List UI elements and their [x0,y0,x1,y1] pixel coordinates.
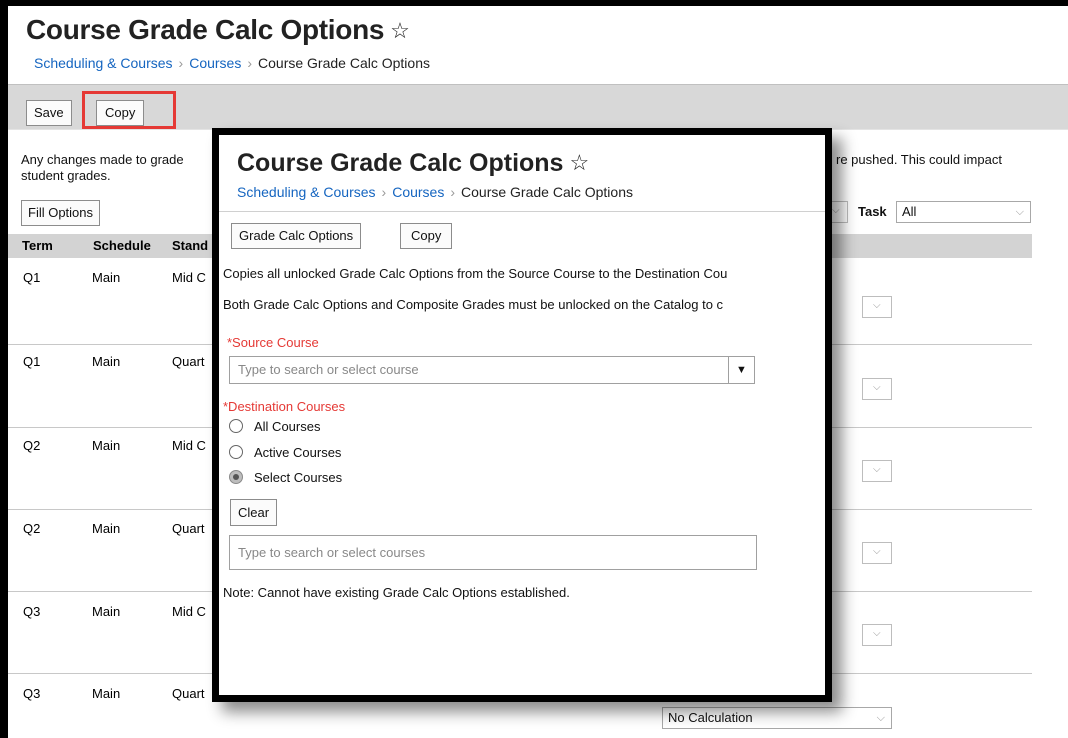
notice-text-line2: student grades. [21,168,111,183]
select-courses-placeholder: Type to search or select courses [238,545,426,560]
chevron-down-icon: ⌵ [873,628,881,639]
calc-select-value: No Calculation [668,710,753,725]
chevron-down-icon: ⌵ [873,382,881,393]
chevron-down-icon: ⌵ [873,464,881,475]
modal-title: Course Grade Calc Options ☆ [237,149,590,177]
notice-text-right: re pushed. This could impact [836,152,1002,167]
radio-all-courses[interactable]: All Courses [229,416,320,436]
cell-term: Q1 [23,354,41,369]
source-course-label: *Source Course [227,335,319,350]
breadcrumb-scheduling-link[interactable]: Scheduling & Courses [34,55,173,71]
breadcrumb-current: Course Grade Calc Options [461,184,633,200]
save-button[interactable]: Save [26,100,72,126]
cell-schedule: Main [92,354,121,369]
radio-select-courses[interactable]: Select Courses [229,467,342,487]
caret-down-icon[interactable]: ▼ [728,357,754,383]
clear-button[interactable]: Clear [230,499,278,526]
cell-schedule: Main [92,438,121,453]
unlock-info-text: Both Grade Calc Options and Composite Gr… [223,297,724,312]
modal-breadcrumb: Scheduling & Courses › Courses › Course Grad… [237,184,633,200]
breadcrumb-scheduling-link[interactable]: Scheduling & Courses [237,184,376,200]
cell-schedule: Main [92,270,121,285]
cell-term: Q3 [23,686,41,701]
source-course-input[interactable]: Type to search or select course ▼ [229,356,755,384]
chevron-down-icon: ⌵ [873,546,881,557]
calc-select[interactable]: ⌵ [862,296,892,318]
destination-courses-label: *Destination Courses [223,399,346,414]
chevron-down-icon: ⌵ [1015,206,1024,218]
breadcrumb-courses-link[interactable]: Courses [189,55,241,71]
cell-standard: Mid C [172,438,206,453]
chevron-down-icon: ⌵ [873,300,881,311]
breadcrumb-current: Course Grade Calc Options [258,55,430,71]
column-header-schedule[interactable]: Schedule [93,238,151,253]
task-select-value: All [902,204,917,219]
cell-standard: Quart [172,686,205,701]
chevron-right-icon: › [381,184,387,200]
cell-schedule: Main [92,686,121,701]
calc-select[interactable]: ⌵ [862,542,892,564]
cell-standard: Mid C [172,270,206,285]
cell-standard: Quart [172,521,205,536]
select-courses-input[interactable]: Type to search or select courses [229,535,757,570]
cell-term: Q2 [23,521,41,536]
column-header-standard[interactable]: Stand [172,238,208,253]
cell-term: Q2 [23,438,41,453]
radio-active-courses[interactable]: Active Courses [229,442,341,462]
source-course-placeholder: Type to search or select course [238,362,419,377]
modal-copy-button[interactable]: Copy [400,223,453,249]
radio-button[interactable] [229,445,243,459]
cell-term: Q3 [23,604,41,619]
task-label: Task [858,204,887,219]
cell-term: Q1 [23,270,41,285]
copy-info-text: Copies all unlocked Grade Calc Options f… [223,266,728,281]
calc-select[interactable]: ⌵ [862,460,892,482]
radio-button[interactable] [229,419,243,433]
note-text: Note: Cannot have existing Grade Calc Op… [223,585,570,600]
calc-select[interactable]: ⌵ [862,378,892,400]
task-select[interactable]: All ⌵ [896,201,1031,223]
radio-button-selected[interactable] [229,470,243,484]
grade-calc-options-tab-button[interactable]: Grade Calc Options [231,223,362,249]
fill-options-button[interactable]: Fill Options [21,200,101,226]
copy-modal: Course Grade Calc Options ☆ Scheduling & … [212,128,832,702]
chevron-right-icon: › [450,184,456,200]
cell-standard: Quart [172,354,205,369]
cell-schedule: Main [92,604,121,619]
star-icon[interactable]: ☆ [390,18,410,43]
breadcrumb: Scheduling & Courses › Courses › Course Grad… [34,55,430,71]
cell-standard: Mid C [172,604,206,619]
chevron-down-icon: ⌵ [832,205,840,216]
chevron-down-icon: ⌵ [876,712,885,724]
notice-text-left: Any changes made to grade [21,152,184,167]
breadcrumb-courses-link[interactable]: Courses [392,184,444,200]
modal-divider [219,211,825,212]
calc-select[interactable]: ⌵ [862,624,892,646]
star-icon[interactable]: ☆ [569,150,589,175]
chevron-right-icon: › [247,55,253,71]
page-title: Course Grade Calc Options ☆ [26,14,410,45]
cell-schedule: Main [92,521,121,536]
chevron-right-icon: › [178,55,184,71]
copy-button-highlight [82,91,176,129]
column-header-term[interactable]: Term [22,238,53,253]
calc-select[interactable]: No Calculation ⌵ [662,707,892,729]
